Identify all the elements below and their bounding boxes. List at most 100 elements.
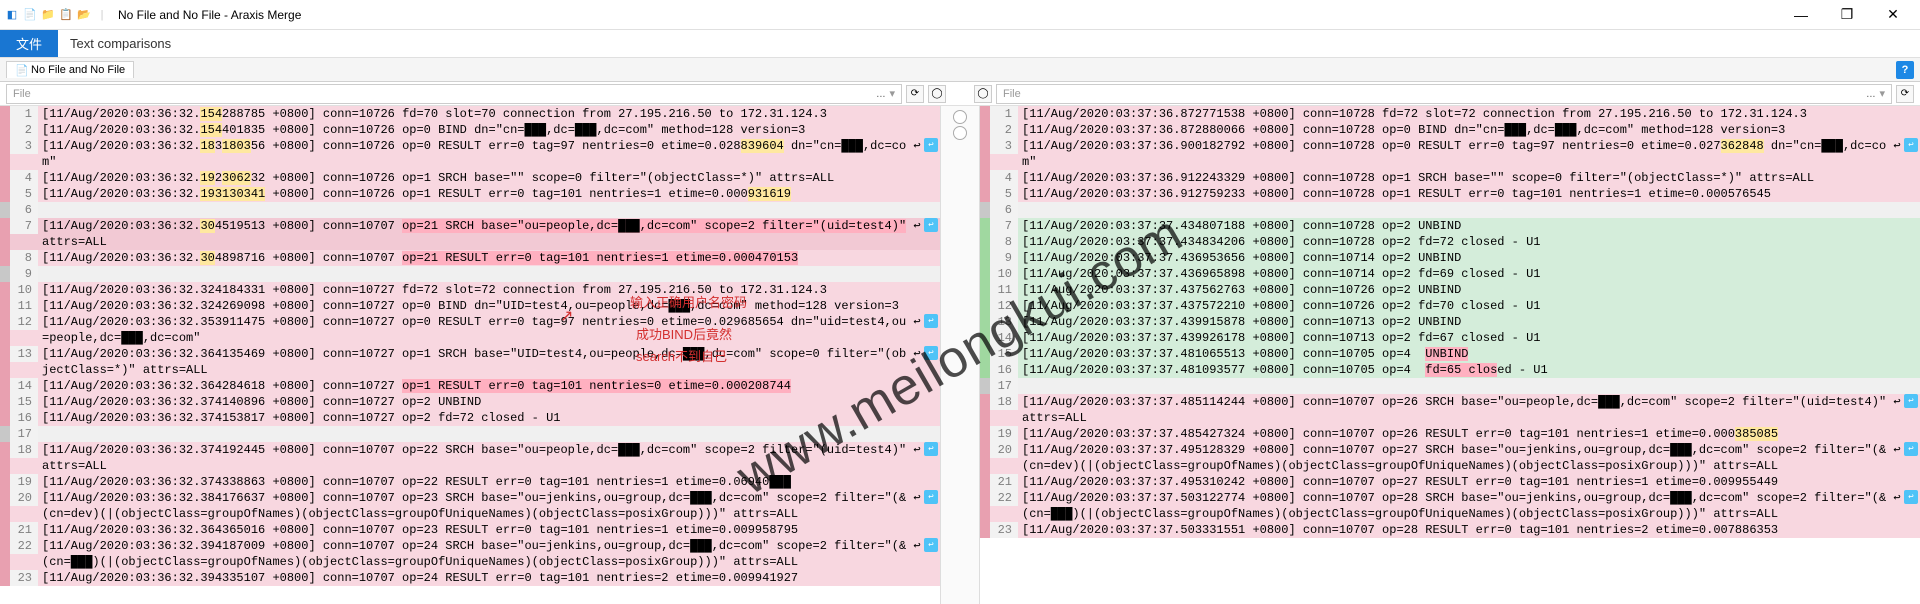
line-number: 19: [10, 474, 38, 490]
open-icon[interactable]: 📁: [40, 7, 56, 23]
document-icon: 📄: [15, 64, 27, 76]
code-line[interactable]: 14[11/Aug/2020:03:37:37.439926178 +0800]…: [990, 330, 1920, 346]
line-text: [11/Aug/2020:03:36:32.364365016 +0800] c…: [38, 522, 940, 538]
code-line[interactable]: 1[11/Aug/2020:03:36:32.154288785 +0800] …: [10, 106, 940, 122]
code-line[interactable]: 17: [10, 426, 940, 442]
line-text: [11/Aug/2020:03:36:32.394335107 +0800] c…: [38, 570, 940, 586]
line-number: 18: [990, 394, 1018, 410]
code-line[interactable]: 8[11/Aug/2020:03:37:37.434834206 +0800] …: [990, 234, 1920, 250]
line-number: 5: [990, 186, 1018, 202]
code-line[interactable]: 21[11/Aug/2020:03:37:37.495310242 +0800]…: [990, 474, 1920, 490]
tab-active[interactable]: 📄 No File and No File: [6, 61, 134, 78]
code-line[interactable]: 23[11/Aug/2020:03:37:37.503331551 +0800]…: [990, 522, 1920, 538]
sync-dot[interactable]: [953, 110, 967, 124]
line-text: [11/Aug/2020:03:37:37.434834206 +0800] c…: [1018, 234, 1920, 250]
line-text: [11/Aug/2020:03:36:32.154288785 +0800] c…: [38, 106, 940, 122]
line-text: [11/Aug/2020:03:36:32.374192445 +0800] c…: [38, 442, 924, 474]
code-line[interactable]: 6: [10, 202, 940, 218]
code-line[interactable]: 17: [990, 378, 1920, 394]
code-line[interactable]: 15[11/Aug/2020:03:37:37.481065513 +0800]…: [990, 346, 1920, 362]
line-text: [11/Aug/2020:03:36:32.374153817 +0800] c…: [38, 410, 940, 426]
minimize-button[interactable]: —: [1778, 0, 1824, 30]
code-line[interactable]: 11[11/Aug/2020:03:36:32.324269098 +0800]…: [10, 298, 940, 314]
code-line[interactable]: 15[11/Aug/2020:03:36:32.374140896 +0800]…: [10, 394, 940, 410]
help-icon[interactable]: ?: [1896, 61, 1914, 79]
code-line[interactable]: 13[11/Aug/2020:03:37:37.439915878 +0800]…: [990, 314, 1920, 330]
line-text: [11/Aug/2020:03:37:37.485427324 +0800] c…: [1018, 426, 1920, 442]
refresh-left-button[interactable]: ⟳: [906, 85, 924, 103]
line-number: 12: [10, 314, 38, 330]
code-line[interactable]: 9: [10, 266, 940, 282]
line-number: 8: [990, 234, 1018, 250]
menu-file[interactable]: 文件: [0, 30, 58, 57]
code-line[interactable]: 21[11/Aug/2020:03:36:32.364365016 +0800]…: [10, 522, 940, 538]
right-pane: 1[11/Aug/2020:03:37:36.872771538 +0800] …: [980, 106, 1920, 604]
code-line[interactable]: 4[11/Aug/2020:03:36:32.192306232 +0800] …: [10, 170, 940, 186]
sync-dot[interactable]: [953, 126, 967, 140]
code-line[interactable]: 2[11/Aug/2020:03:37:36.872880066 +0800] …: [990, 122, 1920, 138]
refresh-right-button[interactable]: ⟳: [1896, 85, 1914, 103]
code-line[interactable]: 6: [990, 202, 1920, 218]
code-line[interactable]: 23[11/Aug/2020:03:36:32.394335107 +0800]…: [10, 570, 940, 586]
code-line[interactable]: 8[11/Aug/2020:03:36:32.304898716 +0800] …: [10, 250, 940, 266]
wrap-icon: ↩: [924, 538, 938, 552]
file-input-left[interactable]: File ... ▾: [6, 84, 902, 104]
code-line[interactable]: 16[11/Aug/2020:03:36:32.374153817 +0800]…: [10, 410, 940, 426]
code-line[interactable]: 19[11/Aug/2020:03:36:32.374338863 +0800]…: [10, 474, 940, 490]
file-dots2: ...: [1866, 88, 1875, 100]
tab-label: No File and No File: [31, 64, 125, 76]
line-number: 21: [990, 474, 1018, 490]
code-line[interactable]: 10[11/Aug/2020:03:37:37.436965898 +0800]…: [990, 266, 1920, 282]
code-line[interactable]: 13[11/Aug/2020:03:36:32.364135469 +0800]…: [10, 346, 940, 378]
code-line[interactable]: 3[11/Aug/2020:03:37:36.900182792 +0800] …: [990, 138, 1920, 170]
code-line[interactable]: 12[11/Aug/2020:03:36:32.353911475 +0800]…: [10, 314, 940, 346]
line-number: 3: [10, 138, 38, 154]
menu-text-comparisons[interactable]: Text comparisons: [58, 30, 183, 57]
file-placeholder: File: [13, 88, 31, 100]
left-code-area[interactable]: 1[11/Aug/2020:03:36:32.154288785 +0800] …: [10, 106, 940, 604]
maximize-button[interactable]: ❐: [1824, 0, 1870, 30]
code-line[interactable]: 20[11/Aug/2020:03:36:32.384176637 +0800]…: [10, 490, 940, 522]
line-number: 15: [10, 394, 38, 410]
code-line[interactable]: 12[11/Aug/2020:03:37:37.437572210 +0800]…: [990, 298, 1920, 314]
code-line[interactable]: 18[11/Aug/2020:03:37:37.485114244 +0800]…: [990, 394, 1920, 426]
code-line[interactable]: 5[11/Aug/2020:03:37:36.912759233 +0800] …: [990, 186, 1920, 202]
code-line[interactable]: 10[11/Aug/2020:03:36:32.324184331 +0800]…: [10, 282, 940, 298]
new-icon[interactable]: 📄: [22, 7, 38, 23]
code-line[interactable]: 14[11/Aug/2020:03:36:32.364284618 +0800]…: [10, 378, 940, 394]
center-gutter: [940, 106, 980, 604]
line-number: 16: [10, 410, 38, 426]
code-line[interactable]: 7[11/Aug/2020:03:36:32.304519513 +0800] …: [10, 218, 940, 250]
line-text: [11/Aug/2020:03:37:37.436965898 +0800] c…: [1018, 266, 1920, 282]
code-line[interactable]: 22[11/Aug/2020:03:36:32.394187009 +0800]…: [10, 538, 940, 570]
line-number: 22: [990, 490, 1018, 506]
line-number: 13: [10, 346, 38, 362]
code-line[interactable]: 11[11/Aug/2020:03:37:37.437562763 +0800]…: [990, 282, 1920, 298]
code-line[interactable]: 7[11/Aug/2020:03:37:37.434807188 +0800] …: [990, 218, 1920, 234]
line-number: 8: [10, 250, 38, 266]
code-line[interactable]: 9[11/Aug/2020:03:37:37.436953656 +0800] …: [990, 250, 1920, 266]
code-line[interactable]: 20[11/Aug/2020:03:37:37.495128329 +0800]…: [990, 442, 1920, 474]
code-line[interactable]: 18[11/Aug/2020:03:36:32.374192445 +0800]…: [10, 442, 940, 474]
code-line[interactable]: 4[11/Aug/2020:03:37:36.912243329 +0800] …: [990, 170, 1920, 186]
code-line[interactable]: 3[11/Aug/2020:03:36:32.183180356 +0800] …: [10, 138, 940, 170]
code-line[interactable]: 19[11/Aug/2020:03:37:37.485427324 +0800]…: [990, 426, 1920, 442]
code-line[interactable]: 22[11/Aug/2020:03:37:37.503122774 +0800]…: [990, 490, 1920, 522]
line-number: 1: [10, 106, 38, 122]
wrap-icon: ↩: [924, 218, 938, 232]
code-line[interactable]: 5[11/Aug/2020:03:36:32.193130341 +0800] …: [10, 186, 940, 202]
folder-icon[interactable]: 📂: [76, 7, 92, 23]
wrap-icon: ↩: [924, 314, 938, 328]
tabbar: 📄 No File and No File ?: [0, 58, 1920, 82]
right-code-area[interactable]: 1[11/Aug/2020:03:37:36.872771538 +0800] …: [990, 106, 1920, 604]
line-text: [11/Aug/2020:03:37:36.912759233 +0800] c…: [1018, 186, 1920, 202]
file-input-right[interactable]: File ... ▾: [996, 84, 1892, 104]
line-number: 14: [10, 378, 38, 394]
code-line[interactable]: 1[11/Aug/2020:03:37:36.872771538 +0800] …: [990, 106, 1920, 122]
code-line[interactable]: 2[11/Aug/2020:03:36:32.154401835 +0800] …: [10, 122, 940, 138]
circle-right-button[interactable]: ◯: [974, 85, 992, 103]
code-line[interactable]: 16[11/Aug/2020:03:37:37.481093577 +0800]…: [990, 362, 1920, 378]
close-button[interactable]: ✕: [1870, 0, 1916, 30]
circle-left-button[interactable]: ◯: [928, 85, 946, 103]
save-icon[interactable]: 📋: [58, 7, 74, 23]
